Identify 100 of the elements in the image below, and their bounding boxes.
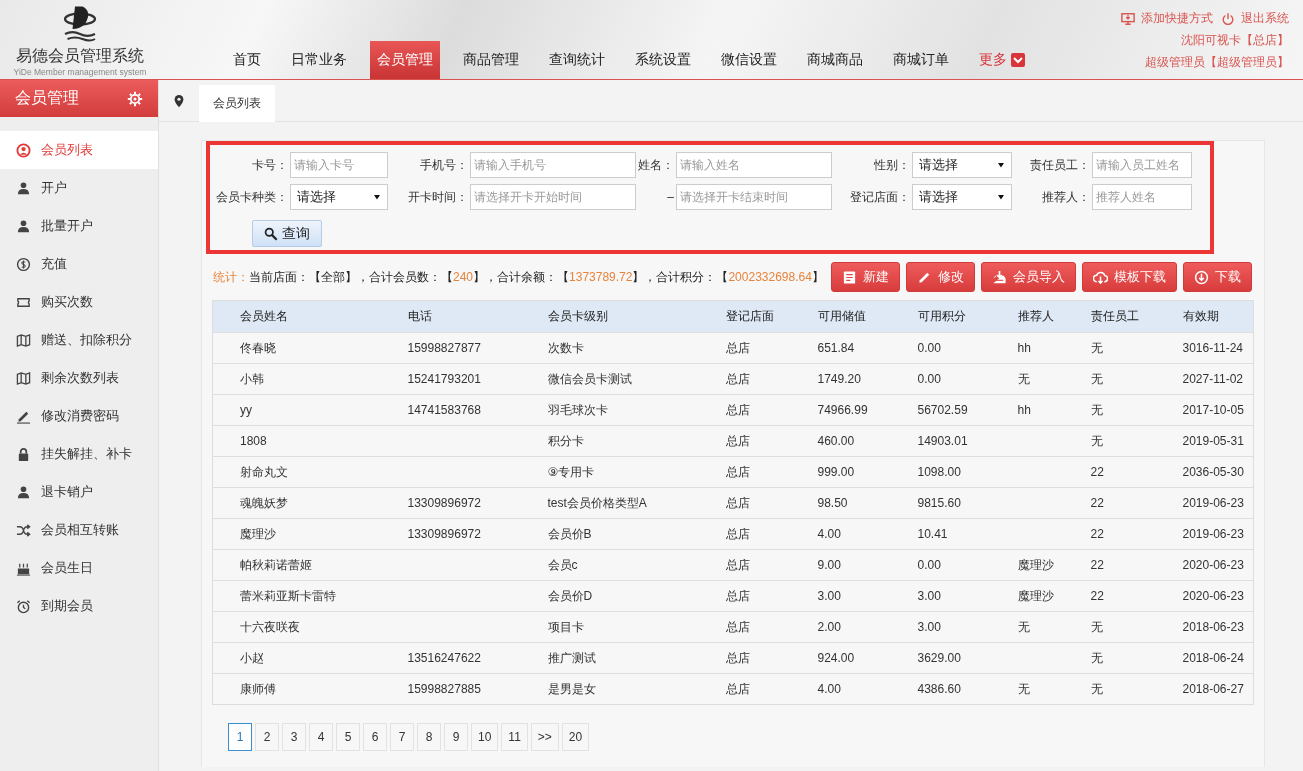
table-cell: 无 xyxy=(1078,642,1171,674)
nav-tab[interactable]: 系统设置 xyxy=(620,41,706,79)
input-field[interactable]: 请输入姓名 xyxy=(676,152,832,178)
nav-tab[interactable]: 会员管理 xyxy=(370,41,440,79)
table-cell: 2019-06-23 xyxy=(1170,518,1254,550)
page-button[interactable]: 8 xyxy=(417,723,441,751)
column-header: 推荐人 xyxy=(1005,300,1079,333)
table-cell: 14741583768 xyxy=(395,394,536,426)
table-cell: 999.00 xyxy=(805,456,906,488)
action-button[interactable]: 新建 xyxy=(831,262,900,292)
alarm-clock-icon xyxy=(16,598,31,614)
sidebar-item[interactable]: 批量开户 xyxy=(0,207,158,245)
select-field[interactable]: 请选择 xyxy=(290,184,388,210)
user-circle-icon xyxy=(16,142,31,158)
user-icon xyxy=(16,484,31,500)
nav-tab[interactable]: 商城商品 xyxy=(792,41,878,79)
sidebar-item[interactable]: 修改消费密码 xyxy=(0,397,158,435)
action-button[interactable]: 修改 xyxy=(906,262,975,292)
table-cell: 无 xyxy=(1078,425,1171,457)
table-cell: 1749.20 xyxy=(805,363,906,395)
map-icon xyxy=(16,370,31,386)
table-cell: 2.00 xyxy=(805,611,906,643)
page-button[interactable]: 4 xyxy=(309,723,333,751)
table-cell: hh xyxy=(1005,394,1079,426)
header-link[interactable]: 添加快捷方式 xyxy=(1121,10,1213,27)
sidebar-item[interactable]: 充值 xyxy=(0,245,158,283)
sidebar-item[interactable]: 到期会员 xyxy=(0,587,158,625)
page-button[interactable]: 1 xyxy=(228,723,252,751)
page-tab[interactable]: 会员列表 xyxy=(199,85,275,122)
input-field[interactable]: 请输入手机号 xyxy=(470,152,636,178)
page-button[interactable]: 10 xyxy=(471,723,499,751)
user-info: 沈阳可视卡【总店】 xyxy=(1181,32,1289,49)
table-cell: 总店 xyxy=(713,580,806,612)
sidebar-item[interactable]: 购买次数 xyxy=(0,283,158,321)
nav-tab[interactable]: 日常业务 xyxy=(276,41,362,79)
table-cell: 总店 xyxy=(713,642,806,674)
input-field[interactable]: 请选择开卡结束时间 xyxy=(676,184,832,210)
monitor-icon xyxy=(1121,11,1135,26)
table-cell: 22 xyxy=(1078,580,1171,612)
table-cell: 3.00 xyxy=(905,611,1006,643)
table-cell: 13309896972 xyxy=(395,518,536,550)
sidebar-item[interactable]: 会员列表 xyxy=(0,131,158,169)
nav-tab[interactable]: 商品管理 xyxy=(448,41,534,79)
nav-tab[interactable]: 查询统计 xyxy=(534,41,620,79)
action-button[interactable]: 会员导入 xyxy=(981,262,1076,292)
input-field[interactable]: 推荐人姓名 xyxy=(1092,184,1192,210)
page-button[interactable]: 6 xyxy=(363,723,387,751)
page-button[interactable]: 9 xyxy=(444,723,468,751)
table-cell: 1098.00 xyxy=(905,456,1006,488)
sidebar-item[interactable]: 会员生日 xyxy=(0,549,158,587)
column-header: 登记店面 xyxy=(713,300,806,333)
field-label: 手机号： xyxy=(419,156,469,174)
field-label: 登记店面： xyxy=(849,188,911,206)
sidebar-item[interactable]: 赠送、扣除积分 xyxy=(0,321,158,359)
input-field[interactable]: 请输入员工姓名 xyxy=(1092,152,1192,178)
column-header: 会员姓名 xyxy=(212,300,396,333)
nav-tab[interactable]: 微信设置 xyxy=(706,41,792,79)
more-menu[interactable]: 更多 xyxy=(964,41,1041,79)
logo-subtitle: YiDe Member management system xyxy=(13,67,147,77)
input-field[interactable]: 请输入卡号 xyxy=(290,152,388,178)
table-cell: 14903.01 xyxy=(905,425,1006,457)
page-button[interactable]: 20 xyxy=(561,723,590,751)
table-cell: 次数卡 xyxy=(535,332,714,364)
table-cell: 无 xyxy=(1005,673,1079,705)
page-button[interactable]: 5 xyxy=(336,723,360,751)
table-cell: 推广测试 xyxy=(535,642,714,674)
table-cell: 4386.60 xyxy=(905,673,1006,705)
table-cell: 总店 xyxy=(713,425,806,457)
table-cell: 总店 xyxy=(713,332,806,364)
table-cell: 会员价B xyxy=(535,518,714,550)
search-button[interactable]: 查询 xyxy=(252,220,322,247)
field-label: 责任员工： xyxy=(1029,156,1091,174)
table-cell: 无 xyxy=(1005,611,1079,643)
page-button[interactable]: 11 xyxy=(501,723,528,751)
input-field[interactable]: 请选择开卡开始时间 xyxy=(470,184,636,210)
dropdown-arrow-icon xyxy=(997,193,1005,201)
action-button[interactable]: 下载 xyxy=(1183,262,1252,292)
select-field[interactable]: 请选择 xyxy=(912,184,1012,210)
logo-title: 易德会员管理系统 xyxy=(16,46,144,66)
action-button[interactable]: 模板下载 xyxy=(1082,262,1177,292)
location-pin-icon xyxy=(172,92,186,109)
sidebar-item[interactable]: 退卡销户 xyxy=(0,473,158,511)
sidebar-item[interactable]: 挂失解挂、补卡 xyxy=(0,435,158,473)
table-cell: 22 xyxy=(1078,518,1171,550)
sidebar-item[interactable]: 开户 xyxy=(0,169,158,207)
nav-tab[interactable]: 首页 xyxy=(218,41,276,79)
table-cell: 总店 xyxy=(713,363,806,395)
table-cell: 总店 xyxy=(713,487,806,519)
nav-tab[interactable]: 商城订单 xyxy=(878,41,964,79)
page-button[interactable]: 3 xyxy=(282,723,306,751)
sidebar-item[interactable]: 会员相互转账 xyxy=(0,511,158,549)
select-field[interactable]: 请选择 xyxy=(912,152,1012,178)
settings-icon xyxy=(127,90,143,107)
table-cell: 98.50 xyxy=(805,487,906,519)
header-link[interactable]: 退出系统 xyxy=(1221,10,1289,27)
page-button[interactable]: 2 xyxy=(255,723,279,751)
sidebar-item[interactable]: 剩余次数列表 xyxy=(0,359,158,397)
page-button[interactable]: >> xyxy=(530,723,559,751)
page-button[interactable]: 7 xyxy=(390,723,414,751)
search-icon xyxy=(264,226,278,241)
